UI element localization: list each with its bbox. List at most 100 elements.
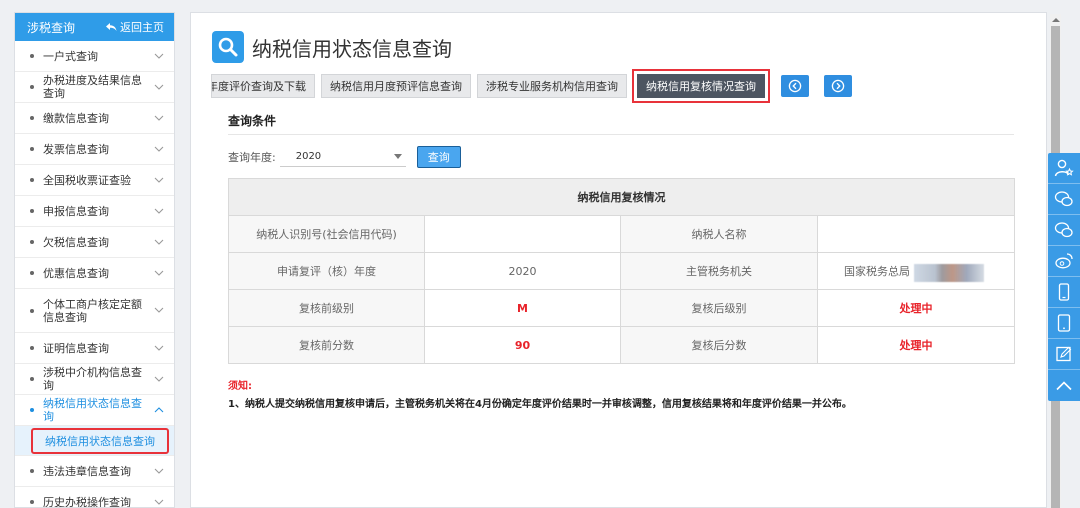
chevron-down-icon [152,343,166,354]
chevron-down-icon [152,466,166,477]
sidebar-item-label: 涉税中介机构信息查询 [43,366,142,392]
sidebar-item[interactable]: 涉税中介机构信息查询 [15,364,174,395]
sidebar-item[interactable]: 证明信息查询 [15,333,174,364]
cell-label: 复核后分数 [620,326,818,364]
tab-next-button[interactable] [824,75,852,97]
year-select[interactable]: 2020 [279,147,406,167]
chevron-down-icon [152,305,166,316]
chevron-up-icon[interactable] [1048,370,1080,401]
wechat-icon[interactable] [1048,184,1080,215]
bullet-dot [30,271,34,275]
sidebar-subitem-label: 纳税信用状态信息查询 [31,427,169,454]
user-star-icon[interactable] [1048,153,1080,184]
caret-down-icon [393,154,402,159]
chevron-down-icon [152,113,166,124]
sidebar-item[interactable]: 优惠信息查询 [15,258,174,289]
sidebar-item[interactable]: 个体工商户核定定额信息查询 [15,289,174,333]
sidebar-item-label: 发票信息查询 [43,142,109,156]
table-row: 纳税人识别号(社会信用代码) 纳税人名称 [228,215,1015,253]
chevron-down-icon [152,144,166,155]
chevron-down-icon [152,497,166,508]
sidebar-header: 涉税查询 返回主页 [15,13,174,41]
tab-monthly-preview[interactable]: 纳税信用月度预评信息查询 [321,74,471,98]
cell-value: 90 [424,326,621,364]
mobile-icon[interactable] [1048,277,1080,308]
sidebar-item-label: 历史办税操作查询 [43,495,131,508]
bullet-dot [30,500,34,504]
bullet-dot [30,469,34,473]
table-row: 申请复评（核）年度 2020 主管税务机关 国家税务总局 [228,252,1015,290]
sidebar-item-label: 违法违章信息查询 [43,464,131,478]
sidebar-item[interactable]: 申报信息查询 [15,196,174,227]
tablet-icon[interactable] [1048,308,1080,339]
sidebar-item[interactable]: 全国税收票证查验 [15,165,174,196]
tab-prev-button[interactable] [781,75,809,97]
page-title: 纳税信用状态信息查询 [252,36,452,61]
tab-credit-review[interactable]: 纳税信用复核情况查询 [637,74,765,98]
sidebar-item[interactable]: 一户式查询 [15,41,174,72]
bullet-dot [30,54,34,58]
sidebar-item-label: 纳税信用状态信息查询 [43,397,142,423]
bullet-dot [30,308,34,313]
sidebar-item-label: 欠税信息查询 [43,235,109,249]
sidebar-menu: 一户式查询办税进度及结果信息查询缴款信息查询 发票信息查询全国税收票证查验 申报信息… [15,41,174,508]
chevron-down-icon [152,237,166,248]
weibo-icon[interactable] [1048,246,1080,277]
chevron-down-icon [152,175,166,186]
chevron-down-icon [152,51,166,62]
edit-icon[interactable] [1048,339,1080,370]
sidebar: 涉税查询 返回主页 一户式查询办税进度及结果信息查询缴款信息查询 发票信息查询全国… [14,12,175,508]
cell-value: 处理中 [817,289,1015,327]
search-icon [212,31,244,63]
sidebar-item-label: 缴款信息查询 [43,111,109,125]
tab-annual-evaluation[interactable]: 年度评价查询及下载 [211,74,315,98]
sidebar-item-label: 办税进度及结果信息查询 [43,74,142,100]
bullet-dot [30,408,34,412]
notice-text: 1、纳税人提交纳税信用复核申请后，主管税务机关将在4月份确定年度评价结果时一并审… [228,399,852,410]
scroll-up-icon[interactable] [1050,14,1061,26]
bullet-dot [30,346,34,350]
bullet-dot [30,209,34,213]
chevron-down-icon [152,82,166,93]
sidebar-item[interactable]: 历史办税操作查询 [15,487,174,508]
sidebar-item[interactable]: 违法违章信息查询 [15,456,174,487]
sidebar-item[interactable]: 办税进度及结果信息查询 [15,72,174,103]
redacted-blur [914,264,984,282]
query-form: 查询年度: 2020 查询 [228,146,461,168]
sidebar-item[interactable]: 发票信息查询 [15,134,174,165]
chevron-right-icon [831,79,845,93]
back-home-button[interactable]: 返回主页 [106,19,164,35]
chevron-up-icon [152,405,166,416]
cell-value: 2020 [424,252,621,290]
bullet-dot [30,116,34,120]
wechat-icon[interactable] [1048,215,1080,246]
cell-label: 申请复评（核）年度 [228,252,425,290]
sidebar-subitem-credit-status[interactable]: 纳税信用状态信息查询 [15,426,174,456]
chevron-down-icon [152,268,166,279]
table-row: 复核前级别 M 复核后级别 处理中 [228,289,1015,327]
back-home-label: 返回主页 [120,21,164,34]
tab-bar: 年度评价查询及下载 纳税信用月度预评信息查询 涉税专业服务机构信用查询 纳税信用… [211,69,770,103]
page-header: 纳税信用状态信息查询 [212,31,452,63]
sidebar-item-label: 个体工商户核定定额信息查询 [43,297,142,324]
table-row: 复核前分数 90 复核后分数 处理中 [228,326,1015,364]
sidebar-item-label: 一户式查询 [43,49,98,63]
sidebar-item[interactable]: 欠税信息查询 [15,227,174,258]
bullet-dot [30,178,34,182]
tax-authority-cell: 国家税务总局 [817,252,1015,290]
cell-value: 处理中 [817,326,1015,364]
query-button[interactable]: 查询 [416,146,461,168]
notice-title: 须知: [228,381,252,392]
tab-agency-credit[interactable]: 涉税专业服务机构信用查询 [477,74,627,98]
year-label: 查询年度: [228,151,276,164]
sidebar-item[interactable]: 缴款信息查询 [15,103,174,134]
cell-value: 国家税务总局 [844,265,910,278]
bullet-dot [30,85,34,89]
cell-value: M [424,289,621,327]
sidebar-item-label: 优惠信息查询 [43,266,109,280]
cell-label: 纳税人名称 [620,215,818,253]
tab-label: 纳税信用复核情况查询 [646,80,756,93]
sidebar-item[interactable]: 纳税信用状态信息查询 [15,395,174,426]
sidebar-item-label: 证明信息查询 [43,341,109,355]
floating-toolbar [1048,153,1080,401]
